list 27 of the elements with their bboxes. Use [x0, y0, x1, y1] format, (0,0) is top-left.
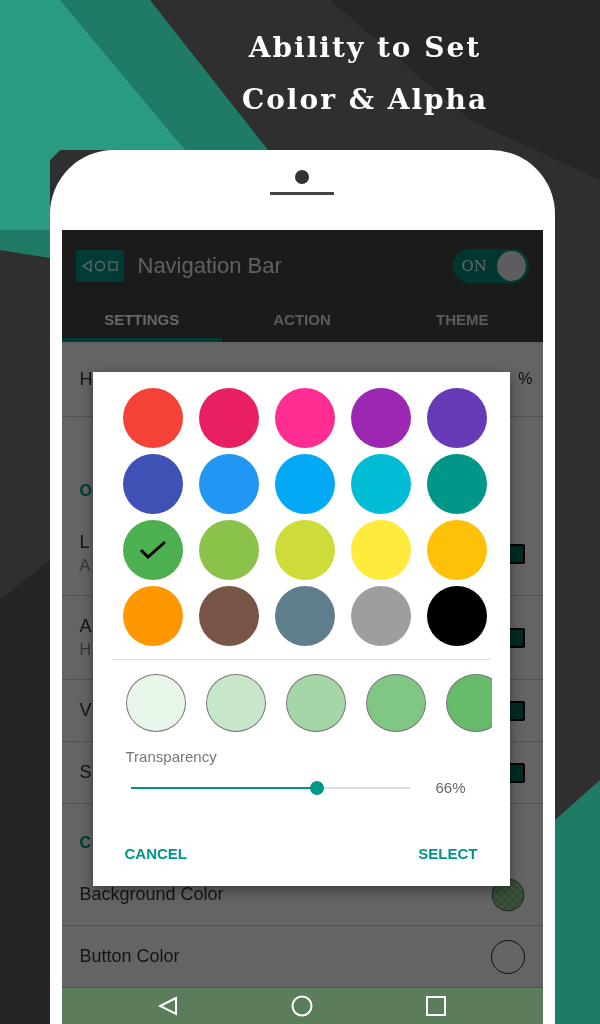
- transparency-label: Transparency: [124, 747, 218, 765]
- headline: Ability to Set: [248, 30, 482, 66]
- recents-icon[interactable]: [426, 996, 446, 1016]
- transparency-value: 66%: [435, 779, 466, 796]
- app-title: Navigation Bar: [137, 252, 283, 279]
- speaker-slot: [270, 192, 334, 195]
- row-title: Background Color: [79, 884, 224, 905]
- check-icon: [138, 540, 167, 560]
- section-header: C: [79, 834, 92, 852]
- row-title: S: [79, 762, 92, 783]
- row-title: Button Color: [79, 946, 180, 967]
- row-title: H: [79, 368, 93, 390]
- row-title: A: [79, 616, 92, 637]
- row-title: L: [79, 532, 90, 553]
- dialog-button[interactable]: CANCEL: [120, 841, 191, 866]
- row-value: %: [518, 370, 533, 388]
- headline: Color & Alpha: [241, 82, 489, 118]
- toggle-switch[interactable]: ON: [452, 248, 529, 283]
- row-title: V: [79, 700, 92, 721]
- transparency-slider[interactable]: [130, 780, 410, 795]
- shade-swatch[interactable]: [445, 674, 492, 732]
- section-header: O: [79, 482, 92, 500]
- camera-dot: [295, 170, 309, 184]
- home-icon[interactable]: [291, 995, 313, 1017]
- back-icon[interactable]: [158, 996, 178, 1016]
- dialog-button[interactable]: SELECT: [414, 841, 482, 866]
- navigation-buttons-icon: [75, 249, 124, 282]
